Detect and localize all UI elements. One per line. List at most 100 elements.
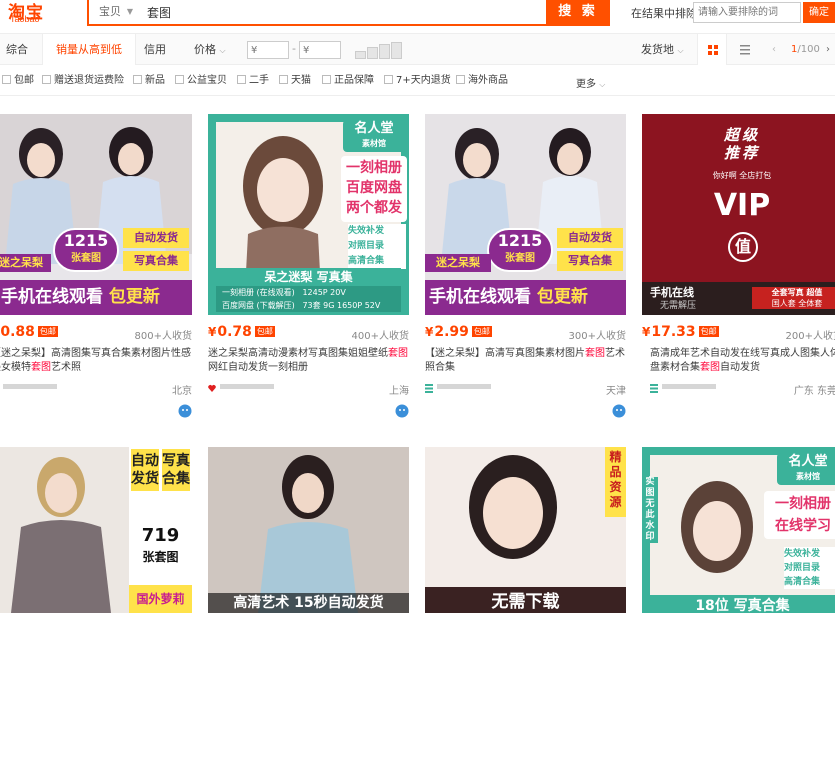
- tab-price-label: 价格: [194, 43, 216, 56]
- checkbox[interactable]: [384, 75, 393, 84]
- list-view-button[interactable]: [732, 34, 758, 65]
- promo-top-1: 超级: [723, 126, 760, 144]
- feature-line-3: 两个都发: [346, 200, 402, 216]
- product-card[interactable]: 精品资源 无需下载: [425, 447, 626, 763]
- chevron-down-icon: ⌵: [599, 80, 606, 89]
- vertical-tag-2: 写真合集: [162, 449, 190, 491]
- checkbox[interactable]: [42, 75, 51, 84]
- corner-sub: 素材馆: [362, 139, 386, 148]
- product-card[interactable]: 自动发货 写真合集 719 张套图 国外萝莉: [0, 447, 192, 763]
- product-card[interactable]: 名人堂 素材馆 实图无此水印 一刻相册 在线学习 失效补发 对照目录 高清合集 …: [642, 447, 835, 763]
- checkbox[interactable]: [237, 75, 246, 84]
- filter-new[interactable]: 新品: [133, 75, 165, 89]
- product-image[interactable]: 高清艺术 15秒自动发货: [208, 447, 409, 613]
- feature-block: 一刻相册 在线学习: [764, 491, 835, 539]
- shop-name[interactable]: [662, 383, 716, 393]
- exclude-label: 在结果中排除: [631, 7, 697, 20]
- price-max-input[interactable]: [299, 41, 341, 59]
- product-image[interactable]: 1215 张套图 迷之呆梨 自动发货 写真合集 手机在线观看 包更新: [425, 114, 626, 315]
- strip-left-1: 一刻相册 (在线观看): [222, 288, 295, 297]
- tab-sales[interactable]: 销量从高到低: [42, 34, 136, 65]
- search-button[interactable]: 搜 索: [546, 0, 610, 26]
- value-seal: 值: [728, 232, 758, 262]
- filter-genuine[interactable]: 正品保障: [322, 75, 374, 89]
- product-title[interactable]: 【迷之呆梨】高清写真图集素材图片套图艺术照合集: [425, 347, 626, 377]
- feature-list: 失效补发 对照目录 高清合集: [348, 224, 406, 269]
- next-page-icon[interactable]: ›: [826, 34, 830, 65]
- checkbox[interactable]: [2, 75, 11, 84]
- tab-comprehensive[interactable]: 综合: [6, 34, 28, 65]
- product-image[interactable]: 超级 推荐 你好啊 全店打包 VIP 值 手机在线 无需解压 全套写真 超值 国…: [642, 114, 835, 315]
- price-range-icon[interactable]: [355, 42, 405, 59]
- tab-price[interactable]: 价格 ⌵: [194, 34, 226, 65]
- ship-from-select[interactable]: 发货地 ⌵: [641, 34, 684, 65]
- search-type-select[interactable]: 宝贝 ▼: [89, 0, 139, 24]
- bottom-text: 手机在线观看: [429, 287, 531, 307]
- price-value: 2.99: [434, 324, 469, 340]
- wangwang-chat-icon[interactable]: [612, 404, 626, 418]
- filter-tmall[interactable]: 天猫: [279, 75, 311, 89]
- filter-overseas[interactable]: 海外商品: [456, 75, 508, 89]
- free-shipping-badge: 包邮: [471, 326, 492, 337]
- wangwang-chat-icon[interactable]: [178, 404, 192, 418]
- price-row: ¥0.88包邮 800+人收货: [0, 324, 192, 344]
- header: 淘宝 Taobao 宝贝 ▼ 搜 索 在结果中排除 确定: [0, 0, 835, 26]
- prev-page-icon[interactable]: ‹: [772, 34, 776, 65]
- filter-7day-return[interactable]: 7+天内退货: [384, 75, 451, 89]
- ship-from-label: 发货地: [641, 43, 674, 56]
- feature-item: 失效补发: [784, 549, 821, 559]
- shop-name[interactable]: [437, 383, 491, 393]
- confirm-button[interactable]: 确定: [803, 2, 835, 23]
- product-card[interactable]: 超级 推荐 你好啊 全店打包 VIP 值 手机在线 无需解压 全套写真 超值 国…: [642, 114, 835, 430]
- product-card[interactable]: 1215 张套图 迷之呆梨 自动发货 写真合集 手机在线观看 包更新 ¥2.99…: [425, 114, 626, 430]
- product-image[interactable]: 1215 张套图 迷之呆梨 自动发货 写真合集 手机在线观看 包更新: [0, 114, 192, 315]
- feature-item: 高清合集: [348, 256, 385, 266]
- side-tag: 实图无此水印: [642, 477, 658, 543]
- filter-return-insurance[interactable]: 赠送退货运费险: [42, 75, 124, 89]
- tab-credit[interactable]: 信用: [144, 34, 166, 65]
- grid-view-button[interactable]: [697, 34, 727, 65]
- corner-sub: 素材馆: [796, 472, 820, 481]
- shop-row: 天津: [425, 382, 626, 397]
- product-title[interactable]: 高清成年艺术自动发在线写真成人图集人体盘素材合集套图自动发货: [642, 347, 835, 377]
- product-card[interactable]: 高清艺术 15秒自动发货: [208, 447, 409, 763]
- checkbox[interactable]: [456, 75, 465, 84]
- checkbox[interactable]: [322, 75, 331, 84]
- title-text: 【迷之呆梨】高清图集写真合集素材图片性感美女模特: [0, 348, 191, 373]
- checkbox[interactable]: [175, 75, 184, 84]
- price-min-input[interactable]: [247, 41, 289, 59]
- corner-badge: 名人堂 素材馆: [777, 453, 835, 485]
- search-input[interactable]: [139, 0, 544, 24]
- product-title[interactable]: 【迷之呆梨】高清图集写真合集素材图片性感美女模特套图艺术照: [0, 347, 192, 377]
- shop-name[interactable]: [3, 383, 57, 393]
- taobao-logo[interactable]: 淘宝 Taobao: [8, 0, 68, 26]
- wangwang-chat-icon[interactable]: [395, 404, 409, 418]
- chevron-down-icon: ⌵: [219, 46, 226, 55]
- product-image[interactable]: 自动发货 写真合集 719 张套图 国外萝莉: [0, 447, 192, 613]
- title-keyword: 套图: [31, 362, 51, 373]
- more-filters-button[interactable]: 更多 ⌵: [576, 75, 605, 90]
- title-text: 网红自动发货一刻相册: [208, 362, 308, 373]
- shop-name[interactable]: [220, 383, 274, 393]
- filter-free-shipping[interactable]: 包邮: [2, 75, 34, 89]
- product-image[interactable]: 精品资源 无需下载: [425, 447, 626, 613]
- product-title[interactable]: 迷之呆梨高清动漫素材写真图集姐姐壁纸套图网红自动发货一刻相册: [208, 347, 409, 377]
- exclude-input[interactable]: [693, 2, 801, 23]
- product-card[interactable]: 名人堂 素材馆 一刻相册 百度网盘 两个都发 失效补发 对照目录 高清合集 呆之…: [208, 114, 409, 430]
- filter-secondhand[interactable]: 二手: [237, 75, 269, 89]
- feature-item: 对照目录: [784, 563, 821, 573]
- checkbox[interactable]: [133, 75, 142, 84]
- checkbox[interactable]: [279, 75, 288, 84]
- right-tag-1: 自动发货: [123, 228, 189, 248]
- search-box: 宝贝 ▼ 搜 索: [87, 0, 610, 26]
- product-image[interactable]: 名人堂 素材馆 一刻相册 百度网盘 两个都发 失效补发 对照目录 高清合集 呆之…: [208, 114, 409, 315]
- shop-icon: [650, 384, 658, 393]
- sales-count: 400+人收货: [351, 331, 409, 342]
- shop-icon: [425, 384, 433, 393]
- filter-charity[interactable]: 公益宝贝: [175, 75, 227, 89]
- product-image[interactable]: 名人堂 素材馆 实图无此水印 一刻相册 在线学习 失效补发 对照目录 高清合集 …: [642, 447, 835, 613]
- product-card[interactable]: 1215 张套图 迷之呆梨 自动发货 写真合集 手机在线观看 包更新 ¥0.88…: [0, 114, 192, 430]
- feature-line-2: 百度网盘: [346, 180, 402, 196]
- bottom-banner: 无需下载: [491, 592, 560, 612]
- sales-count: 200+人收货: [785, 331, 835, 342]
